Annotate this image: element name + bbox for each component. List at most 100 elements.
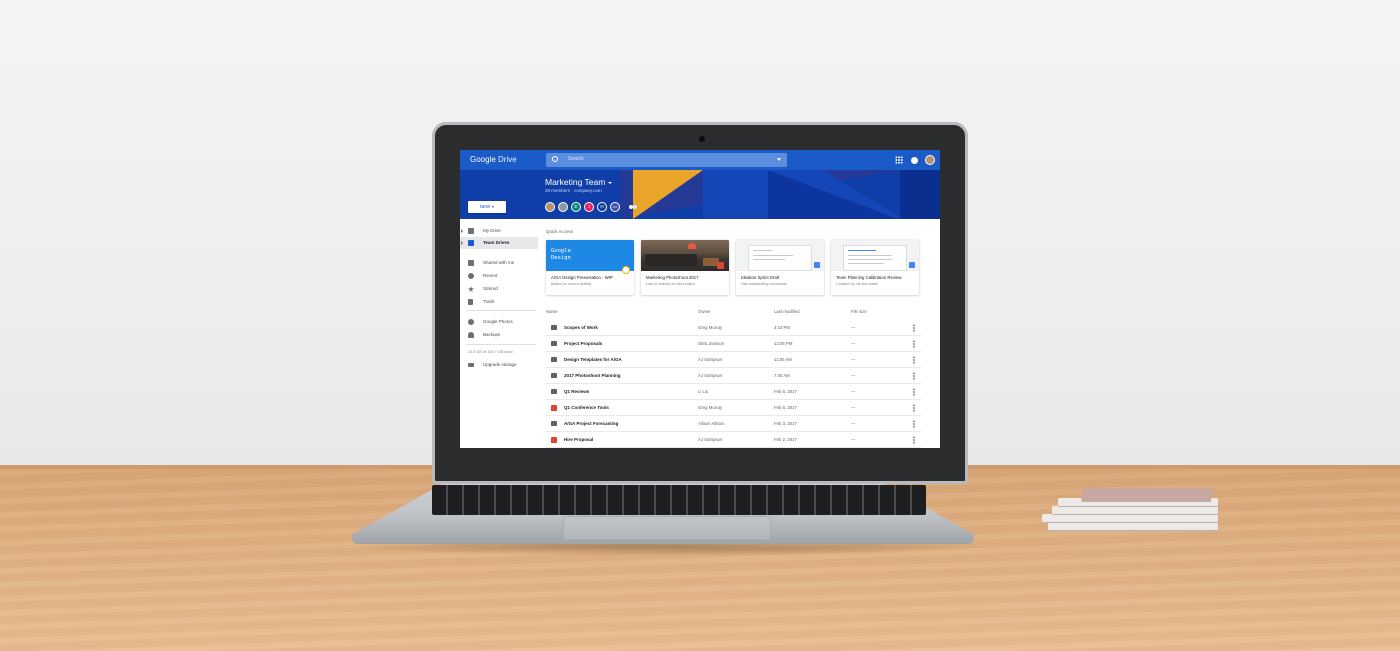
sidebar-item-label: Shared with me (483, 260, 515, 265)
star-icon (468, 286, 474, 292)
more-options-icon[interactable] (913, 436, 915, 444)
more-options-icon[interactable] (913, 420, 915, 428)
more-options-icon[interactable] (913, 356, 915, 364)
more-members[interactable]: ••• (610, 202, 620, 212)
logo-prefix: Google (470, 155, 496, 164)
apps-grid-icon[interactable] (895, 156, 903, 164)
file-size: — (851, 325, 856, 330)
laptop-trackpad (563, 516, 771, 540)
file-owner: AJ Sampson (698, 437, 723, 442)
card-title: Marketing Photoshoot 2017 (646, 275, 699, 280)
file-row[interactable]: Hire Proposal AJ Sampson Feb 2, 2017 — (546, 432, 921, 448)
add-member-icon[interactable] (629, 204, 637, 210)
new-button[interactable]: NEW (468, 201, 506, 213)
card (1052, 506, 1218, 515)
search-bar[interactable]: Search (546, 153, 787, 167)
member-avatar[interactable]: J (584, 202, 594, 212)
sidebar-item-my-drive[interactable]: My Drive (460, 225, 538, 237)
quick-access-card[interactable]: Marketing Photoshoot 2017 Lots of activi… (641, 240, 729, 295)
file-size: — (851, 421, 856, 426)
card-subtitle: Created by me this week (836, 282, 878, 286)
sidebar-item-recent[interactable]: Recent (460, 270, 538, 282)
file-row[interactable]: Project Proposals Oleb Jackson 12:05 PM … (546, 336, 921, 352)
new-button-label: NEW (479, 204, 491, 209)
column-header-owner[interactable]: Owner (698, 309, 711, 314)
file-size: — (851, 437, 856, 442)
upgrade-storage-link[interactable]: Upgrade storage (460, 359, 538, 371)
file-modified: 12:05 PM (774, 341, 793, 346)
sidebar-item-starred[interactable]: Starred (460, 283, 538, 295)
file-modified: Feb 6, 2017 (774, 405, 797, 410)
sidebar-item-trash[interactable]: Trash (460, 296, 538, 308)
text-line (753, 255, 793, 256)
file-row[interactable]: Q1 Reviews Li Liu Feb 6, 2017 — (546, 384, 921, 400)
photos-icon (468, 319, 474, 325)
sidebar: My Drive Team Drives Shared with me Rece… (460, 219, 540, 448)
column-header-modified[interactable]: Last modified (774, 309, 800, 314)
file-modified: Feb 3, 2017 (774, 421, 797, 426)
quick-access-card[interactable]: Google Design A/GA Design Presentation -… (546, 240, 634, 295)
member-avatar[interactable] (545, 202, 555, 212)
card-thumbnail (736, 240, 824, 271)
member-avatar[interactable]: H (597, 202, 607, 212)
drive-logo[interactable]: Google Drive (470, 155, 517, 164)
sofa-shape (645, 254, 697, 266)
quick-access-label: Quick Access (546, 229, 574, 234)
column-header-size[interactable]: File size (851, 309, 867, 314)
quick-access-card[interactable]: Ideation Sprint Draft Has outstanding co… (736, 240, 824, 295)
webcam (699, 136, 705, 142)
expand-arrow-icon[interactable] (461, 229, 463, 233)
file-row[interactable]: Scopes of Work Greg Murray 3:10 PM — (546, 320, 921, 336)
more-options-icon[interactable] (913, 372, 915, 380)
file-modified: Feb 6, 2017 (774, 389, 797, 394)
more-options-icon[interactable] (913, 388, 915, 396)
file-row[interactable]: Design Templates for A/GA AJ Sampson 11:… (546, 352, 921, 368)
column-header-name[interactable]: Name (546, 309, 557, 314)
file-size: — (851, 405, 856, 410)
drive-screen: Google Drive Search Marketing Team 29 me… (460, 150, 940, 448)
laptop-keyboard (432, 485, 926, 515)
file-owner: Greg Murray (698, 405, 723, 410)
more-options-icon[interactable] (913, 324, 915, 332)
sidebar-item-shared[interactable]: Shared with me (460, 257, 538, 269)
card-thumbnail (831, 240, 919, 271)
team-drive-title[interactable]: Marketing Team (545, 177, 613, 187)
banner-shape (900, 170, 940, 219)
shared-folder-icon (551, 341, 557, 346)
shared-folder-icon (551, 373, 557, 378)
more-options-icon[interactable] (913, 340, 915, 348)
lamp-shape (688, 243, 696, 249)
storage-usage: 10.5 GB of 100.7 GB used (468, 350, 513, 354)
expand-arrow-icon[interactable] (461, 241, 463, 245)
card-title: Team Planning Calibration Review (836, 275, 902, 280)
member-avatar[interactable]: E (571, 202, 581, 212)
file-name: A/GA Project Forecasting (564, 421, 619, 426)
file-row[interactable]: A/GA Project Forecasting Allison Allston… (546, 416, 921, 432)
quick-access-card[interactable]: Team Planning Calibration Review Created… (831, 240, 919, 295)
sidebar-item-label: Recent (483, 273, 498, 278)
file-name: Hire Proposal (564, 437, 594, 442)
text-line (753, 259, 785, 260)
sidebar-item-label: Starred (483, 286, 498, 291)
document-page (748, 245, 812, 271)
search-options-icon[interactable] (777, 158, 781, 161)
member-avatar[interactable] (558, 202, 568, 212)
sidebar-item-photos[interactable]: Google Photos (460, 316, 538, 328)
file-modified: 3:10 PM (774, 325, 791, 330)
sidebar-item-team-drives[interactable]: Team Drives (460, 237, 538, 249)
card-thumbnail (641, 240, 729, 271)
thumbnail-text: Google Design (551, 248, 571, 261)
more-options-icon[interactable] (913, 404, 915, 412)
trash-icon (468, 299, 473, 305)
sidebar-item-backups[interactable]: Backups (460, 329, 538, 341)
search-icon (552, 156, 558, 162)
card (1042, 514, 1218, 523)
file-row[interactable]: 2017 Photoshoot Planning AJ Sampson 7:40… (546, 368, 921, 384)
file-row[interactable]: Q1 Conference Tools Greg Murray Feb 6, 2… (546, 400, 921, 416)
account-avatar[interactable] (925, 155, 935, 165)
card-subtitle: Based on recent activity (551, 282, 592, 286)
card-title: A/GA Design Presentation - WIP (551, 275, 613, 280)
folder-icon (551, 325, 557, 330)
file-owner: Li Liu (698, 389, 709, 394)
notifications-icon[interactable] (911, 157, 918, 164)
